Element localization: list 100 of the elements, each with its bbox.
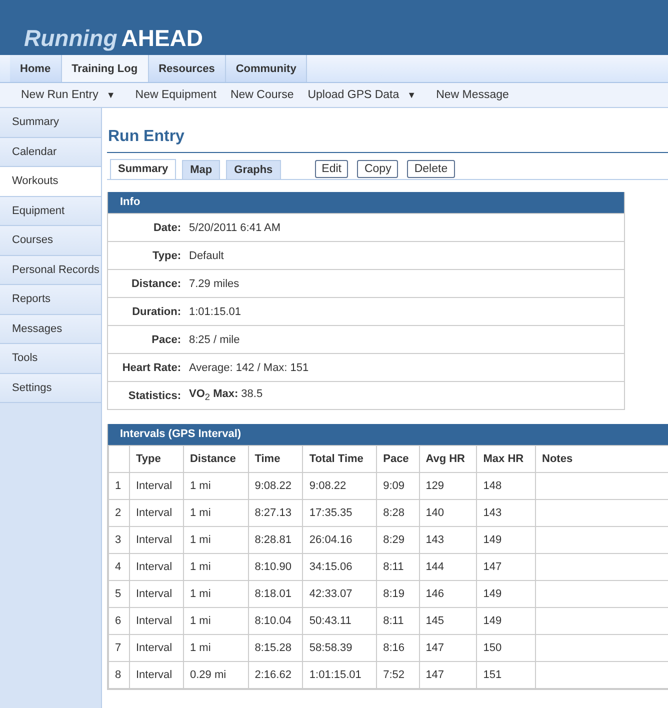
table-cell: 8:11: [376, 554, 420, 580]
table-cell: 1 mi: [183, 554, 248, 580]
view-tab[interactable]: Graphs: [226, 160, 281, 179]
site-logo[interactable]: Running AHEAD: [24, 25, 204, 55]
field-label: Type:: [151, 250, 181, 262]
table-cell: 8:10.90: [248, 554, 303, 580]
table-cell: Interval: [130, 608, 184, 634]
field-label: Duration:: [131, 306, 181, 318]
table-cell: 151: [476, 662, 536, 688]
column-header: Distance: [183, 446, 248, 472]
table-cell: 6: [108, 608, 130, 634]
sub-nav-link[interactable]: Upload GPS Data ▼: [308, 89, 422, 101]
sidebar-item[interactable]: Personal Records: [0, 256, 101, 285]
table-cell: 8: [108, 662, 130, 688]
table-cell: 17:35.35: [302, 500, 377, 526]
field-label: Heart Rate:: [121, 362, 181, 374]
table-cell: Interval: [130, 634, 184, 662]
table-cell: 3: [108, 526, 130, 554]
field-value: VO$_{2}$ Max: 38.5: [189, 388, 263, 403]
table-cell: 149: [476, 580, 536, 608]
field-value: Default: [189, 250, 224, 262]
table-cell: 1 mi: [183, 472, 248, 500]
sidebar-item[interactable]: Reports: [0, 285, 101, 314]
sidebar-item[interactable]: Summary: [0, 108, 101, 138]
action-button[interactable]: Delete: [407, 160, 455, 178]
sidebar-item[interactable]: Workouts: [0, 167, 101, 196]
table-cell: 26:04.16: [302, 526, 377, 554]
table-cell: 8:15.28: [248, 634, 303, 662]
column-header: Max HR: [476, 446, 536, 472]
table-cell: 58:58.39: [302, 634, 377, 662]
panel-header: Info: [108, 192, 624, 213]
table-cell: 147: [419, 634, 477, 662]
table-cell: 1 mi: [183, 500, 248, 526]
field-value: 8:25 / mile: [189, 334, 240, 346]
sub-nav-link[interactable]: New Run Entry ▼: [21, 89, 122, 101]
sidebar-item[interactable]: Settings: [0, 374, 101, 403]
column-header: Time: [248, 446, 303, 472]
table-cell: 2: [108, 500, 130, 526]
view-tab[interactable]: Map: [182, 160, 220, 179]
sidebar-item[interactable]: Courses: [0, 226, 101, 256]
table-cell: Interval: [130, 472, 184, 500]
table-cell: 9:08.22: [302, 472, 377, 500]
table-cell: 8:29: [376, 526, 420, 554]
table-cell: 148: [476, 472, 536, 500]
table-cell: 143: [419, 526, 477, 554]
table-cell: 1:01:15.01: [302, 662, 377, 688]
table-cell: 5: [108, 580, 130, 608]
table-cell: 8:16: [376, 634, 420, 662]
table-cell: 8:18.01: [248, 580, 303, 608]
table-cell: 149: [476, 608, 536, 634]
sidebar-item[interactable]: Messages: [0, 314, 101, 344]
table-cell: 7:52: [376, 662, 420, 688]
column-header: Total Time: [302, 446, 377, 472]
table-cell: 9:09: [376, 472, 420, 500]
sidebar-item[interactable]: Tools: [0, 344, 101, 374]
table-cell: 7: [108, 634, 130, 662]
table-cell: 1: [108, 472, 130, 500]
sub-nav-link[interactable]: New Course: [230, 89, 294, 101]
sub-nav-link[interactable]: New Equipment: [135, 89, 216, 101]
view-tab[interactable]: Summary: [110, 159, 176, 179]
table-cell: 140: [419, 500, 477, 526]
sidebar-item[interactable]: Calendar: [0, 138, 101, 167]
action-button[interactable]: Copy: [357, 160, 398, 178]
page-title: Run Entry: [107, 108, 668, 153]
table-cell: 0.29 mi: [183, 662, 248, 688]
nav-tab[interactable]: Training Log: [62, 55, 149, 82]
table-cell: Interval: [130, 662, 184, 688]
table-cell: 1 mi: [183, 608, 248, 634]
sidebar-item[interactable]: Equipment: [0, 196, 101, 226]
field-label: Distance:: [130, 278, 181, 290]
field-label: Statistics:: [127, 390, 181, 402]
table-cell: 149: [476, 526, 536, 554]
field-value: 7.29 miles: [189, 278, 240, 290]
table-cell: 50:43.11: [302, 608, 377, 634]
sub-nav-link[interactable]: New Message: [436, 89, 509, 101]
table-cell: 1 mi: [183, 526, 248, 554]
column-header: Type: [130, 446, 184, 472]
table-cell: 8:27.13: [248, 500, 303, 526]
action-button[interactable]: Edit: [314, 160, 348, 178]
column-header: Avg HR: [419, 446, 477, 472]
table-cell: 8:28.81: [248, 526, 303, 554]
table-cell: Interval: [130, 500, 184, 526]
nav-tab[interactable]: Community: [226, 55, 308, 82]
field-value: 1:01:15.01: [189, 306, 241, 318]
table-cell: Interval: [130, 554, 184, 580]
table-cell: 145: [419, 608, 477, 634]
table-cell: 147: [476, 554, 536, 580]
table-cell: 8:28: [376, 500, 420, 526]
table-cell: 34:15.06: [302, 554, 377, 580]
table-cell: 4: [108, 554, 130, 580]
table-cell: 8:11: [376, 608, 420, 634]
table-cell: 129: [419, 472, 477, 500]
field-value: 5/20/2011 6:41 AM: [189, 222, 281, 234]
column-header: Pace: [376, 446, 420, 472]
table-cell: 8:19: [376, 580, 420, 608]
column-header: Notes: [536, 446, 668, 472]
nav-tab[interactable]: Home: [10, 55, 62, 82]
table-cell: 1 mi: [183, 634, 248, 662]
nav-tab[interactable]: Resources: [148, 55, 226, 82]
field-label: Pace:: [150, 334, 181, 346]
